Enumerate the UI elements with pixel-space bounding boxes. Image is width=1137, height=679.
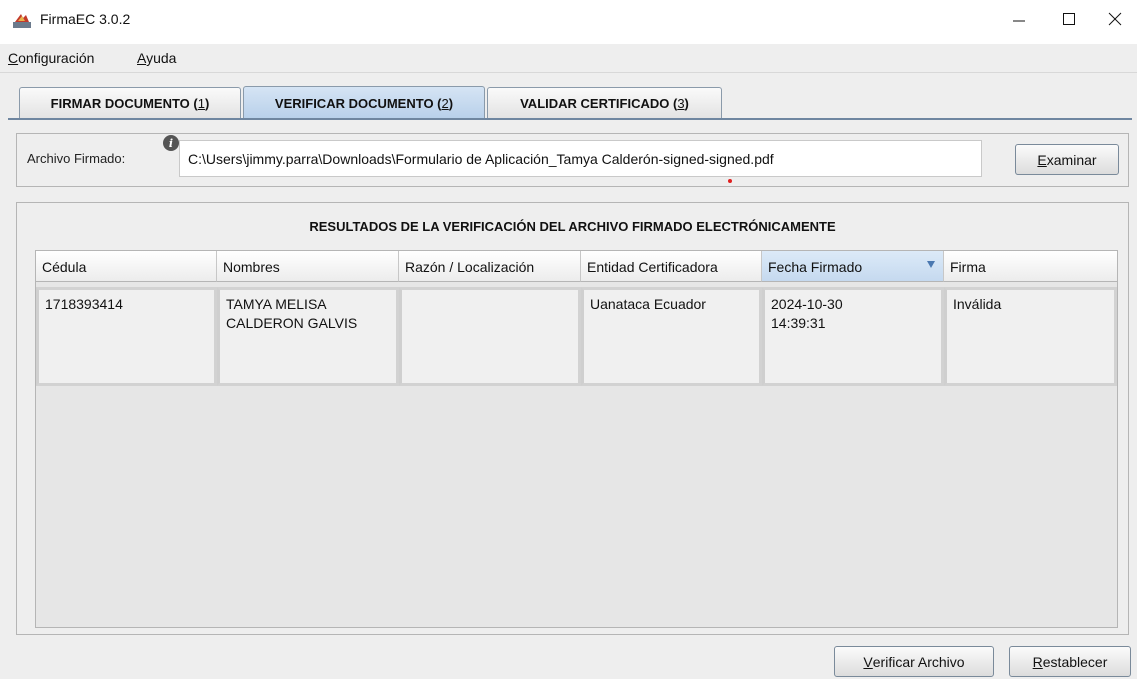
maximize-button[interactable] [1046, 0, 1092, 38]
window-title: FirmaEC 3.0.2 [40, 11, 131, 27]
close-button[interactable] [1092, 0, 1137, 38]
minimize-button[interactable] [996, 0, 1042, 38]
cell-razon [399, 287, 581, 386]
tab-validar-certificado[interactable]: VALIDAR CERTIFICADO (3) [487, 87, 722, 118]
app-logo-icon [13, 14, 31, 28]
close-icon [1108, 12, 1122, 26]
menu-ayuda[interactable]: Ayuda [137, 50, 176, 66]
title-bar: FirmaEC 3.0.2 [0, 0, 1137, 44]
column-header-razon[interactable]: Razón / Localización [399, 251, 581, 282]
minimize-icon [1013, 20, 1025, 22]
results-title: RESULTADOS DE LA VERIFICACIÓN DEL ARCHIV… [309, 219, 836, 234]
maximize-icon [1063, 13, 1075, 25]
verificar-archivo-button[interactable]: Verificar Archivo [834, 646, 994, 677]
results-table: Cédula Nombres Razón / Localización Enti… [35, 250, 1118, 628]
cell-entidad: Uanataca Ecuador [581, 287, 762, 386]
cell-firma: Inválida [944, 287, 1117, 386]
tab-firmar-documento[interactable]: FIRMAR DOCUMENTO (1) [19, 87, 241, 118]
results-panel: RESULTADOS DE LA VERIFICACIÓN DEL ARCHIV… [16, 202, 1129, 635]
column-header-cedula[interactable]: Cédula [36, 251, 217, 282]
tab-verificar-documento[interactable]: VERIFICAR DOCUMENTO (2) [243, 86, 485, 119]
cell-fecha: 2024-10-30 14:39:31 [762, 287, 944, 386]
restablecer-button[interactable]: Restablecer [1009, 646, 1131, 677]
info-icon[interactable]: i [163, 135, 179, 151]
sort-descending-icon [927, 261, 935, 268]
file-panel: Archivo Firmado: i Examinar [16, 133, 1129, 187]
column-header-entidad[interactable]: Entidad Certificadora [581, 251, 762, 282]
file-path-input[interactable] [179, 140, 982, 177]
cell-cedula: 1718393414 [36, 287, 217, 386]
column-header-fecha[interactable]: Fecha Firmado [762, 251, 944, 282]
tab-divider [8, 118, 1132, 120]
examinar-button[interactable]: Examinar [1015, 144, 1119, 175]
column-header-firma[interactable]: Firma [944, 251, 1117, 282]
cell-nombres: TAMYA MELISA CALDERON GALVIS [217, 287, 399, 386]
cursor-marker [728, 179, 732, 183]
menu-bar: Configuración Ayuda [0, 44, 1137, 73]
menu-configuracion[interactable]: Configuración [8, 50, 94, 66]
archivo-firmado-label: Archivo Firmado: [27, 151, 126, 166]
column-header-nombres[interactable]: Nombres [217, 251, 399, 282]
